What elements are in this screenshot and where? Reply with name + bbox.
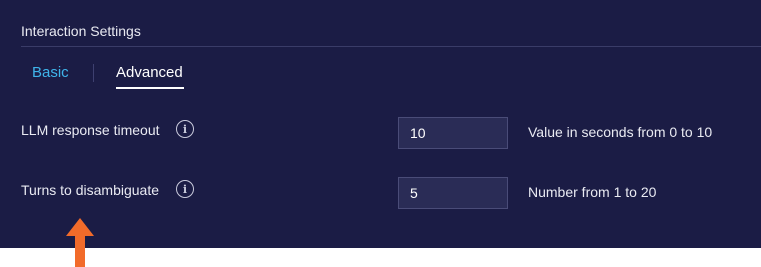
section-title: Interaction Settings: [21, 23, 141, 39]
turns-to-disambiguate-input[interactable]: [398, 177, 508, 209]
interaction-settings-panel: Interaction Settings Basic Advanced LLM …: [0, 0, 761, 248]
tab-basic[interactable]: Basic: [32, 64, 69, 81]
info-icon[interactable]: i: [176, 120, 194, 138]
annotation-arrow-icon: [66, 218, 94, 267]
title-divider: [21, 46, 761, 47]
active-tab-underline: [116, 87, 184, 89]
info-icon[interactable]: i: [176, 180, 194, 198]
llm-response-timeout-label: LLM response timeout: [21, 122, 160, 138]
turns-to-disambiguate-hint: Number from 1 to 20: [528, 184, 657, 200]
llm-response-timeout-hint: Value in seconds from 0 to 10: [528, 124, 713, 140]
tab-advanced[interactable]: Advanced: [116, 64, 183, 81]
llm-response-timeout-input[interactable]: [398, 117, 508, 149]
tab-separator: [93, 64, 94, 82]
turns-to-disambiguate-label: Turns to disambiguate: [21, 182, 159, 198]
